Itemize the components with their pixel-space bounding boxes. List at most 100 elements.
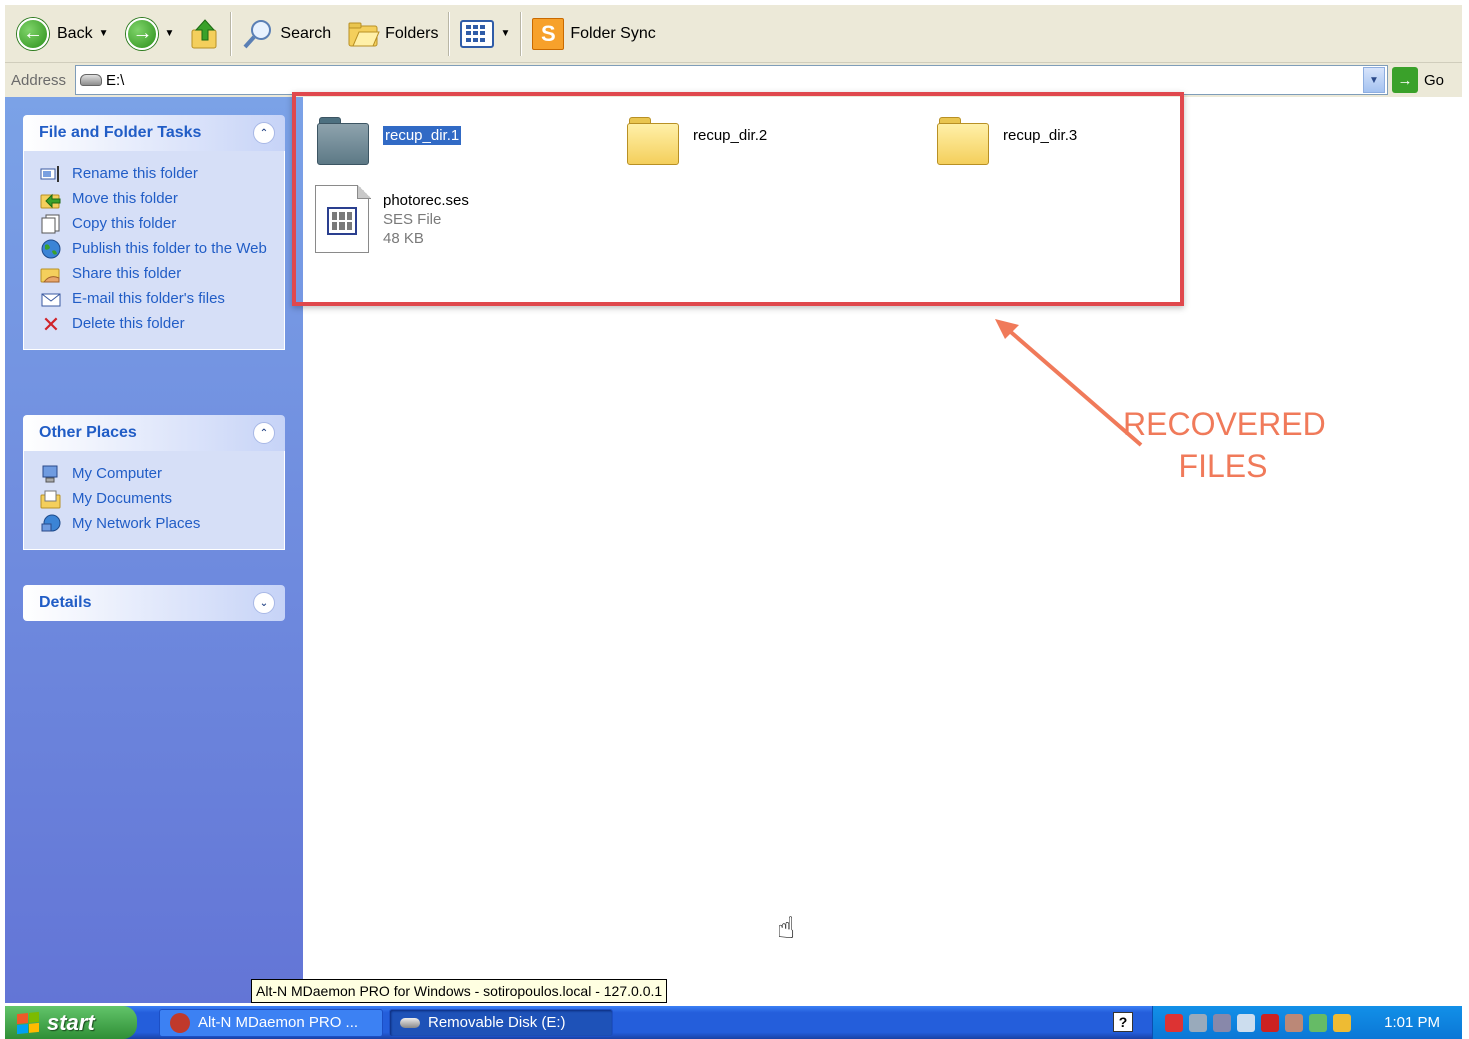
mdaemon-tray-icon[interactable] bbox=[1261, 1013, 1279, 1032]
taskbar: start Alt-N MDaemon PRO ... Removable Di… bbox=[5, 1006, 1462, 1039]
details-header[interactable]: Details ⌄ bbox=[23, 585, 285, 621]
toolbar-separator bbox=[448, 11, 451, 56]
collapse-icon[interactable]: ⌃ bbox=[253, 122, 275, 144]
drive-icon bbox=[400, 1017, 420, 1028]
task-label: Copy this folder bbox=[72, 215, 177, 232]
other-places-list: My Computer My Documents My Network Plac… bbox=[23, 451, 285, 550]
search-icon bbox=[242, 18, 274, 50]
task-label: E-mail this folder's files bbox=[72, 290, 225, 307]
address-input[interactable]: E:\ ▼ bbox=[75, 65, 1388, 95]
shield-icon[interactable] bbox=[1165, 1013, 1183, 1032]
task-delete-folder[interactable]: ✕ Delete this folder bbox=[40, 311, 284, 337]
up-folder-button[interactable] bbox=[186, 12, 224, 56]
panel-title: Other Places bbox=[39, 424, 137, 441]
toolbar-separator bbox=[520, 11, 523, 56]
tray-app-icon[interactable] bbox=[1309, 1013, 1327, 1032]
documents-icon bbox=[40, 489, 62, 509]
folders-icon bbox=[347, 20, 381, 48]
taskbar-item-label: Removable Disk (E:) bbox=[428, 1014, 566, 1031]
go-arrow-icon: → bbox=[1392, 67, 1418, 93]
views-dropdown-icon[interactable]: ▼ bbox=[500, 28, 510, 39]
folder-sync-label: Folder Sync bbox=[570, 24, 656, 42]
task-copy-folder[interactable]: Copy this folder bbox=[40, 214, 284, 234]
file-folder-tasks-panel: File and Folder Tasks ⌃ Rename this fold… bbox=[23, 115, 285, 350]
place-label: My Network Places bbox=[72, 515, 201, 532]
task-publish-folder[interactable]: Publish this folder to the Web bbox=[40, 239, 284, 259]
annotation-text: RECOVERED FILES bbox=[1123, 403, 1326, 487]
search-button[interactable]: Search bbox=[238, 12, 335, 56]
tray-app-icon[interactable] bbox=[1285, 1013, 1303, 1032]
other-places-panel: Other Places ⌃ My Computer My Documents … bbox=[23, 415, 285, 550]
folders-label: Folders bbox=[385, 24, 439, 42]
delete-icon: ✕ bbox=[41, 311, 61, 337]
other-places-header[interactable]: Other Places ⌃ bbox=[23, 415, 285, 451]
expand-icon[interactable]: ⌄ bbox=[253, 592, 275, 614]
forward-button[interactable]: → ▼ bbox=[122, 12, 178, 56]
folder-sync-icon: S bbox=[532, 17, 565, 50]
place-my-network[interactable]: My Network Places bbox=[40, 514, 284, 534]
move-icon bbox=[40, 189, 62, 209]
task-share-folder[interactable]: Share this folder bbox=[40, 264, 284, 284]
details-panel: Details ⌄ bbox=[23, 585, 285, 621]
address-dropdown-icon[interactable]: ▼ bbox=[1363, 67, 1385, 93]
task-label: Move this folder bbox=[72, 190, 178, 207]
place-label: My Computer bbox=[72, 465, 163, 482]
task-label: Publish this folder to the Web bbox=[72, 240, 267, 257]
back-dropdown-icon[interactable]: ▼ bbox=[99, 28, 109, 39]
clock: 1:01 PM bbox=[1384, 1014, 1440, 1031]
place-my-computer[interactable]: My Computer bbox=[40, 464, 284, 484]
file-folder-tasks-list: Rename this folder Move this folder Copy… bbox=[23, 151, 285, 350]
email-icon bbox=[40, 289, 62, 309]
start-button[interactable]: start bbox=[5, 1006, 137, 1039]
views-icon bbox=[460, 19, 495, 48]
rename-icon bbox=[40, 164, 62, 184]
copy-icon bbox=[40, 214, 62, 234]
address-value: E:\ bbox=[106, 71, 125, 89]
toolbar: ← Back ▼ → ▼ Search Folders ▼ S Folder S… bbox=[5, 5, 1462, 63]
computer-icon bbox=[40, 464, 62, 484]
drive-icon bbox=[80, 74, 102, 86]
mdaemon-icon bbox=[170, 1012, 190, 1033]
task-label: Rename this folder bbox=[72, 165, 198, 182]
network-icon[interactable] bbox=[1189, 1013, 1207, 1032]
tray-app-icon[interactable] bbox=[1333, 1013, 1351, 1032]
share-icon bbox=[40, 264, 62, 284]
highlight-box bbox=[292, 92, 1184, 306]
file-folder-tasks-header[interactable]: File and Folder Tasks ⌃ bbox=[23, 115, 285, 151]
back-label: Back bbox=[57, 24, 93, 42]
search-label: Search bbox=[280, 24, 332, 42]
folders-button[interactable]: Folders bbox=[343, 12, 442, 56]
annotation-line: RECOVERED bbox=[1123, 406, 1326, 442]
panel-title: Details bbox=[39, 594, 92, 611]
mail-icon[interactable] bbox=[1237, 1013, 1255, 1032]
address-label: Address bbox=[11, 71, 67, 89]
task-rename-folder[interactable]: Rename this folder bbox=[40, 164, 284, 184]
hand-cursor-icon: ☝ bbox=[777, 912, 796, 945]
taskbar-item-mdaemon[interactable]: Alt-N MDaemon PRO ... bbox=[159, 1008, 383, 1037]
task-label: Delete this folder bbox=[72, 315, 185, 332]
taskbar-item-removable-disk[interactable]: Removable Disk (E:) bbox=[389, 1008, 613, 1037]
forward-arrow-icon: → bbox=[126, 17, 159, 50]
annotation-line: FILES bbox=[1178, 448, 1268, 484]
task-email-files[interactable]: E-mail this folder's files bbox=[40, 289, 284, 309]
toolbar-separator bbox=[230, 11, 233, 56]
help-icon[interactable]: ? bbox=[1113, 1012, 1133, 1032]
forward-dropdown-icon[interactable]: ▼ bbox=[164, 28, 174, 39]
task-pane: File and Folder Tasks ⌃ Rename this fold… bbox=[5, 97, 303, 1003]
up-folder-icon bbox=[190, 18, 220, 50]
go-button[interactable]: → Go bbox=[1392, 67, 1462, 93]
vmware-icon[interactable] bbox=[1213, 1013, 1231, 1032]
system-tray: 1:01 PM bbox=[1152, 1006, 1462, 1039]
globe-icon bbox=[40, 239, 62, 259]
folder-sync-button[interactable]: S Folder Sync bbox=[528, 12, 659, 56]
start-label: start bbox=[47, 1009, 95, 1035]
go-label: Go bbox=[1424, 71, 1445, 89]
task-move-folder[interactable]: Move this folder bbox=[40, 189, 284, 209]
taskbar-tooltip: Alt-N MDaemon PRO for Windows - sotiropo… bbox=[251, 979, 668, 1003]
place-my-documents[interactable]: My Documents bbox=[40, 489, 284, 509]
back-button[interactable]: ← Back ▼ bbox=[13, 12, 112, 56]
file-list-area: recup_dir.1 recup_dir.2 recup_dir.3 phot… bbox=[292, 92, 1462, 1003]
back-arrow-icon: ← bbox=[17, 17, 49, 50]
collapse-icon[interactable]: ⌃ bbox=[253, 422, 275, 444]
views-button[interactable]: ▼ bbox=[456, 12, 514, 56]
